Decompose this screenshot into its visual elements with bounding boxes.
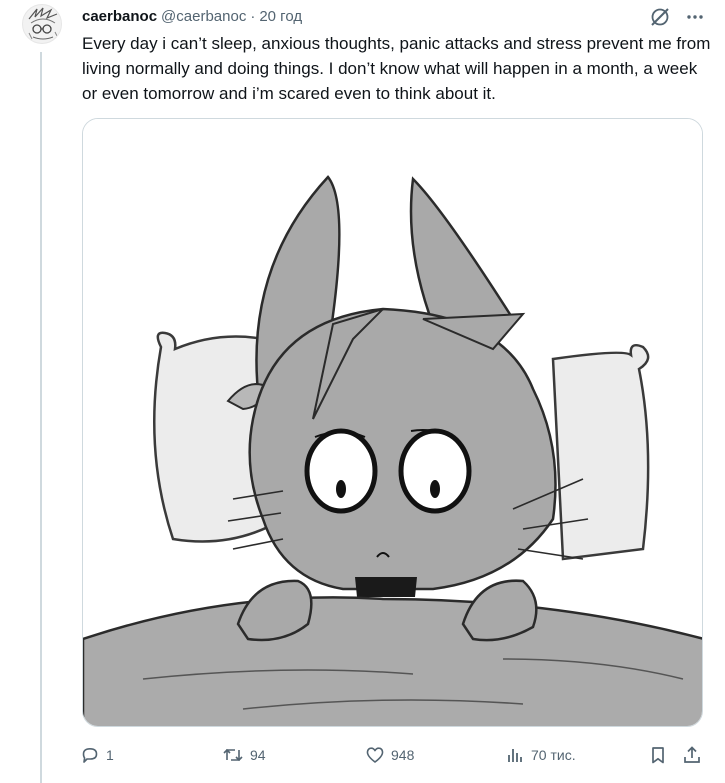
- tweet-image[interactable]: [82, 118, 703, 727]
- bookmark-button[interactable]: [648, 742, 668, 768]
- separator-dot: ·: [250, 7, 256, 25]
- thread-line: [40, 52, 42, 783]
- user-handle[interactable]: @caerbanoc: [161, 8, 246, 25]
- retweet-icon: [222, 745, 244, 765]
- top-icons: [649, 6, 705, 28]
- retweet-button[interactable]: 94: [222, 742, 266, 768]
- retweet-count: 94: [250, 747, 266, 763]
- views-count: 70 тис.: [531, 747, 576, 763]
- reply-button[interactable]: 1: [80, 742, 114, 768]
- more-icon[interactable]: [685, 7, 705, 27]
- display-name[interactable]: caerbanoc: [82, 8, 157, 25]
- action-bar: 1 94 948 70 тис.: [80, 742, 710, 768]
- like-icon: [365, 745, 385, 765]
- views-button[interactable]: 70 тис.: [505, 742, 576, 768]
- timestamp[interactable]: 20 год: [259, 8, 302, 25]
- tweet-header: caerbanoc @caerbanoc · 20 год: [82, 5, 302, 27]
- like-button[interactable]: 948: [365, 742, 414, 768]
- grok-icon[interactable]: [649, 6, 671, 28]
- reply-icon: [80, 745, 100, 765]
- views-icon: [505, 745, 525, 765]
- tweet-text: Every day i can’t sleep, anxious thought…: [82, 34, 711, 103]
- share-button[interactable]: [682, 742, 702, 768]
- like-count: 948: [391, 747, 415, 763]
- share-icon: [682, 745, 702, 765]
- bookmark-icon: [648, 745, 668, 765]
- avatar[interactable]: [22, 4, 62, 44]
- reply-count: 1: [106, 747, 114, 763]
